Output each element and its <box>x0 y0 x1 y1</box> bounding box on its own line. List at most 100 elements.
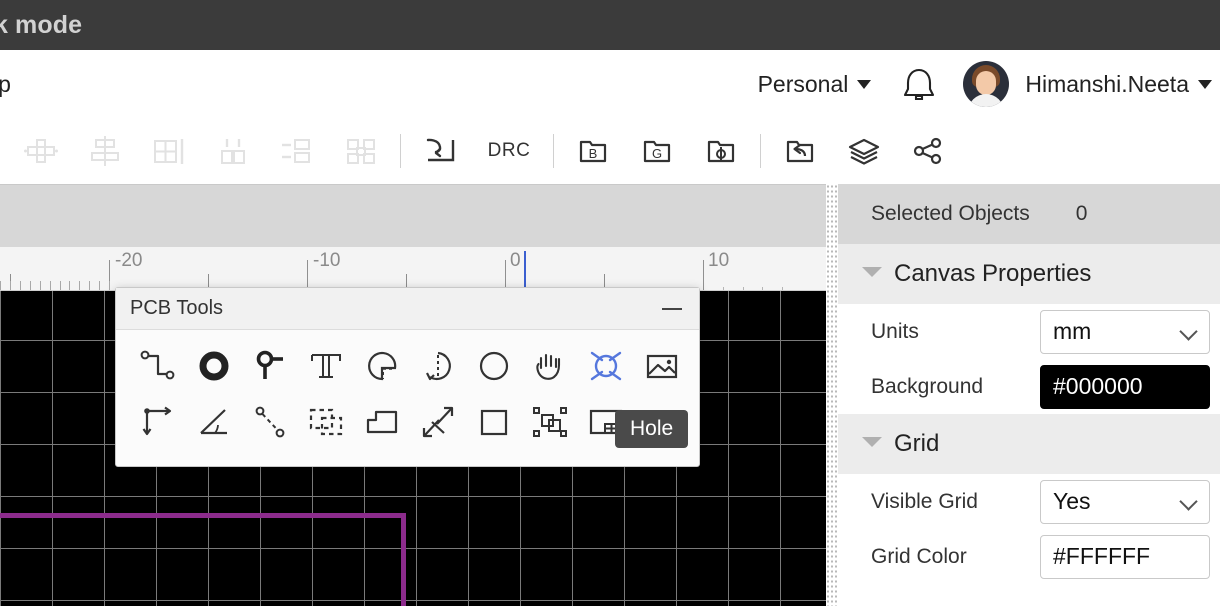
window-title: k mode <box>0 10 83 39</box>
sidebar-resize-handle[interactable] <box>826 184 838 606</box>
pcb-tools-panel[interactable]: PCB Tools Hole <box>115 287 700 467</box>
section-title: Canvas Properties <box>894 260 1092 287</box>
selected-objects-label: Selected Objects <box>871 202 1030 225</box>
grid-line <box>0 548 826 549</box>
units-select[interactable]: mm <box>1040 309 1210 354</box>
property-control: #FFFFFF <box>1040 534 1210 579</box>
import-icon[interactable] <box>777 128 823 174</box>
pcb-tools-title: PCB Tools <box>130 297 224 319</box>
app-root: k mode lp Personal Himanshi.Neeta <box>0 0 1220 606</box>
ruler-cursor-indicator <box>524 251 526 291</box>
drc-label: DRC <box>487 140 531 161</box>
arc-icon[interactable] <box>354 340 410 392</box>
toolbar-divider <box>553 134 554 168</box>
properties-sidebar: Selected Objects 0 Canvas Properties Uni… <box>826 184 1220 606</box>
window-title-bar: k mode <box>0 0 1220 50</box>
hole-icon[interactable] <box>578 340 634 392</box>
multi-select-icon[interactable] <box>522 396 578 448</box>
circle-icon[interactable] <box>466 340 522 392</box>
section-canvas-properties[interactable]: Canvas Properties <box>838 244 1220 304</box>
background-color-input[interactable]: #000000 <box>1040 364 1210 409</box>
pcb-tools-row-2 <box>130 394 685 450</box>
ruler-label: 0 <box>510 250 521 271</box>
grid-line <box>0 600 826 601</box>
board-outline-icon[interactable] <box>354 396 410 448</box>
ruler-label: -20 <box>115 250 143 271</box>
notifications-button[interactable] <box>901 65 937 103</box>
pcb-tools-header[interactable]: PCB Tools <box>116 288 699 330</box>
angle-measure-icon[interactable] <box>186 396 242 448</box>
property-control: Yes <box>1040 479 1210 524</box>
menu-item-help[interactable]: lp <box>0 71 11 98</box>
property-row-background: Background #000000 <box>838 359 1220 414</box>
canvas-toolbar-strip <box>0 184 826 247</box>
grid-color-input[interactable]: #FFFFFF <box>1040 534 1210 579</box>
chevron-down-icon <box>1179 491 1198 511</box>
section-grid[interactable]: Grid <box>838 414 1220 474</box>
property-row-units: Units mm <box>838 304 1220 359</box>
user-name-label: Himanshi.Neeta <box>1025 70 1189 97</box>
drc-button[interactable]: DRC <box>481 128 537 174</box>
distribute-horizontal-icon[interactable] <box>274 128 320 174</box>
pcb-tools-grid <box>116 330 699 450</box>
rectangle-icon[interactable] <box>466 396 522 448</box>
distribute-vertical-icon[interactable] <box>210 128 256 174</box>
align-horizontal-center-icon[interactable] <box>18 128 64 174</box>
visible-grid-select[interactable]: Yes <box>1040 479 1210 524</box>
visible-grid-value: Yes <box>1053 488 1091 514</box>
property-row-visible-grid: Visible Grid Yes <box>838 474 1220 529</box>
bell-icon <box>904 68 935 101</box>
chevron-down-icon <box>1198 79 1212 89</box>
grid-line <box>0 496 826 497</box>
layers-icon[interactable] <box>841 128 887 174</box>
ruler-label: 10 <box>708 250 730 271</box>
workspace-label: Personal <box>757 70 849 97</box>
collapse-triangle-icon <box>862 267 882 287</box>
track-icon[interactable] <box>130 340 186 392</box>
via-icon[interactable] <box>242 340 298 392</box>
avatar-body <box>968 94 1005 107</box>
avatar[interactable] <box>963 61 1010 107</box>
property-label: Units <box>871 319 919 343</box>
board-outline-right <box>401 513 406 606</box>
grid-array-icon[interactable] <box>146 128 192 174</box>
distance-measure-icon[interactable] <box>242 396 298 448</box>
user-menu[interactable]: Himanshi.Neeta <box>1025 71 1212 98</box>
property-label: Background <box>871 374 984 398</box>
menu-account-row: lp Personal Himanshi.Neeta <box>0 50 1220 118</box>
arc-ccw-icon[interactable] <box>410 340 466 392</box>
avatar-face <box>976 71 997 95</box>
account-area: Personal Himanshi.Neeta <box>758 61 1220 107</box>
toolbar-divider <box>400 134 401 168</box>
units-value: mm <box>1053 318 1092 344</box>
dimension-icon[interactable] <box>410 396 466 448</box>
text-icon[interactable] <box>298 340 354 392</box>
property-label: Grid Color <box>871 544 967 568</box>
selected-objects-row: Selected Objects 0 <box>838 184 1220 244</box>
grid-line <box>52 291 53 606</box>
horizontal-ruler[interactable]: -20 -10 0 10 <box>0 247 826 291</box>
property-row-grid-color: Grid Color #FFFFFF <box>838 529 1220 584</box>
tooltip-label: Hole <box>630 417 674 440</box>
align-vertical-center-icon[interactable] <box>82 128 128 174</box>
workspace-selector[interactable]: Personal <box>758 71 872 98</box>
property-label: Visible Grid <box>871 489 978 513</box>
origin-axis-icon[interactable] <box>130 396 186 448</box>
export-gerber-icon[interactable]: G <box>634 128 680 174</box>
share-icon[interactable] <box>905 128 951 174</box>
dashed-region-icon[interactable] <box>298 396 354 448</box>
panelize-icon[interactable] <box>338 128 384 174</box>
export-bom-icon[interactable]: B <box>570 128 616 174</box>
minimize-icon[interactable] <box>659 296 685 322</box>
background-color-value: #000000 <box>1053 373 1143 399</box>
pad-icon[interactable] <box>186 340 242 392</box>
autoroute-icon[interactable] <box>417 128 463 174</box>
export-pick-place-icon[interactable] <box>698 128 744 174</box>
hand-pan-icon[interactable] <box>522 340 578 392</box>
image-icon[interactable] <box>634 340 690 392</box>
collapse-triangle-icon <box>862 437 882 457</box>
svg-text:G: G <box>652 146 662 161</box>
grid-line <box>780 291 781 606</box>
sidebar-content: Selected Objects 0 Canvas Properties Uni… <box>838 184 1220 606</box>
grid-line <box>728 291 729 606</box>
